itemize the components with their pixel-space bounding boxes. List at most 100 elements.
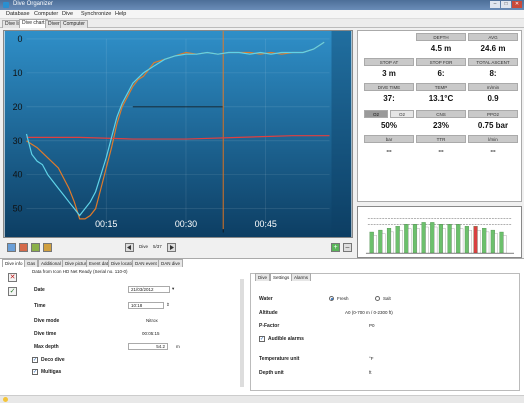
stat-value: -- bbox=[386, 146, 392, 155]
tissue-bar bbox=[386, 228, 392, 254]
zoom-out-button[interactable]: – bbox=[343, 243, 352, 252]
details-tab[interactable]: Dive info bbox=[2, 259, 26, 267]
tissue-bar-secondary bbox=[416, 228, 420, 254]
tissue-bar-secondary bbox=[477, 230, 481, 254]
cancel-button[interactable]: ✕ bbox=[8, 273, 17, 282]
dive-label: Dive bbox=[139, 244, 149, 249]
depth-unit-label: Depth unit bbox=[259, 370, 284, 376]
date-label: Date bbox=[34, 287, 45, 293]
tissue-bar bbox=[456, 224, 461, 254]
tissue-bar-secondary bbox=[425, 226, 429, 254]
deco-dive-checkbox[interactable]: ✓ bbox=[32, 357, 38, 363]
max-depth-field[interactable]: 54.2 bbox=[128, 343, 168, 350]
dive-mode-label: Dive mode bbox=[34, 318, 60, 324]
title-bar: Dive Organizer – □ ✕ bbox=[0, 0, 524, 10]
multigas-label: Multigas bbox=[41, 369, 62, 375]
tissue-bar-secondary bbox=[434, 226, 438, 254]
details-tab[interactable]: DAN event bbox=[132, 259, 160, 267]
tissue-bar-chart bbox=[357, 206, 522, 258]
audible-alarms-checkbox[interactable]: ✓ bbox=[259, 336, 265, 342]
status-light-icon bbox=[3, 397, 8, 402]
time-field[interactable]: 10:18 bbox=[128, 302, 164, 309]
stat-value: 50% bbox=[380, 121, 397, 130]
stat-value: 24.6 m bbox=[480, 44, 506, 53]
tissue-bar bbox=[369, 231, 374, 254]
calendar-icon[interactable]: ▾ bbox=[172, 286, 174, 292]
tissue-bar-secondary bbox=[460, 228, 464, 254]
stat-value: -- bbox=[490, 146, 496, 155]
tissue-bar-secondary bbox=[382, 233, 386, 254]
maximize-button[interactable]: □ bbox=[501, 1, 511, 8]
y-tick-label: 40 bbox=[13, 170, 23, 180]
tissue-bar bbox=[404, 224, 409, 254]
settings-tab-alarms[interactable]: Alarms bbox=[291, 273, 312, 281]
date-field[interactable]: 21/03/2012 bbox=[128, 286, 170, 293]
o2-tag: O2 bbox=[364, 110, 388, 118]
settings-tab-settings[interactable]: Settings bbox=[270, 273, 293, 281]
stat-label: l/min bbox=[468, 135, 518, 143]
menu-dive[interactable]: Dive bbox=[62, 11, 73, 17]
stat-label: CNS bbox=[416, 110, 466, 118]
o2-tag-secondary[interactable]: O2 bbox=[390, 110, 414, 118]
minimize-button[interactable]: – bbox=[490, 1, 500, 8]
tissue-bar-secondary bbox=[503, 235, 507, 254]
stat-label: TTR bbox=[416, 135, 466, 143]
stat-value: 13.1°C bbox=[428, 94, 454, 103]
chevron-left-icon bbox=[127, 245, 131, 250]
menu-database[interactable]: Database bbox=[6, 11, 30, 17]
tab-dive-chart[interactable]: Dive chart bbox=[19, 19, 48, 28]
dive-info-header: Data from Icon HD Net Ready (Serial no. … bbox=[32, 269, 128, 274]
view-icon[interactable] bbox=[7, 243, 16, 252]
menu-computer[interactable]: Computer bbox=[34, 11, 58, 17]
time-spinner-icon[interactable]: ⇕ bbox=[166, 302, 170, 308]
prev-dive-button[interactable] bbox=[125, 243, 134, 252]
tissue-bar-secondary bbox=[373, 235, 377, 254]
stat-value: 23% bbox=[432, 121, 449, 130]
scrollbar[interactable] bbox=[240, 279, 244, 387]
tissue-bar bbox=[499, 231, 504, 254]
pfactor-value[interactable]: P0 bbox=[369, 323, 375, 328]
details-tab[interactable]: DAN dive bbox=[158, 259, 184, 267]
y-tick-label: 10 bbox=[13, 68, 23, 78]
close-button[interactable]: ✕ bbox=[512, 1, 522, 8]
temp-icon[interactable] bbox=[19, 243, 28, 252]
main-tabs: Dive list Dive chart Diver Computer bbox=[0, 19, 524, 28]
zoom-in-button[interactable]: + bbox=[331, 243, 340, 252]
menu-bar: Database Computer Dive Synchronize Help bbox=[0, 10, 524, 19]
settings-panel: Dive Settings Alarms Water Fresh Salt Al… bbox=[250, 273, 520, 391]
stat-label: DIVE TIME bbox=[364, 83, 414, 91]
water-fresh-radio[interactable] bbox=[329, 296, 334, 301]
menu-help[interactable]: Help bbox=[115, 11, 126, 17]
tissue-bar-secondary bbox=[485, 231, 490, 254]
water-salt-radio[interactable] bbox=[375, 296, 380, 301]
stat-value: 3 m bbox=[382, 69, 396, 78]
next-dive-button[interactable] bbox=[167, 243, 176, 252]
confirm-button[interactable]: ✓ bbox=[8, 287, 17, 296]
stats-panel: DEPTH 4.5 m AVG 24.6 m STOP AT 3 m STOP FOR 6: T… bbox=[357, 30, 522, 202]
y-tick-label: 0 bbox=[18, 34, 23, 44]
alarm-icon[interactable] bbox=[43, 243, 52, 252]
tissue-bar bbox=[430, 222, 435, 254]
tissue-bar bbox=[482, 228, 487, 254]
x-tick-label: 00:15 bbox=[95, 219, 117, 229]
gas-icon[interactable] bbox=[31, 243, 40, 252]
temp-unit-value[interactable]: °F bbox=[369, 356, 374, 361]
tab-computer[interactable]: Computer bbox=[60, 20, 88, 28]
multigas-checkbox[interactable]: ✓ bbox=[32, 369, 38, 375]
menu-synchronize[interactable]: Synchronize bbox=[81, 11, 111, 17]
dive-profile-chart[interactable]: 0 10 20 30 40 50 00:15 00:30 00:45 bbox=[3, 30, 353, 238]
altitude-value[interactable]: A0 (0-700 m / 0-2300 ft) bbox=[345, 310, 393, 315]
tissue-bar-secondary bbox=[408, 228, 412, 254]
dive-mode-value: Nitrox bbox=[146, 318, 158, 323]
settings-tab-dive[interactable]: Dive bbox=[255, 273, 271, 281]
audible-alarms-label: Audible alarms bbox=[268, 336, 304, 342]
tissue-bar bbox=[438, 224, 444, 254]
depth-unit-value[interactable]: ft bbox=[369, 370, 372, 375]
y-tick-label: 30 bbox=[13, 136, 23, 146]
tissue-bar-secondary bbox=[468, 230, 472, 254]
max-depth-unit: m bbox=[176, 344, 180, 349]
details-tab[interactable]: Gas bbox=[24, 259, 39, 267]
stat-value: 8: bbox=[489, 69, 497, 78]
stat-label: TEMP bbox=[416, 83, 466, 91]
window-title: Dive Organizer bbox=[13, 1, 54, 7]
